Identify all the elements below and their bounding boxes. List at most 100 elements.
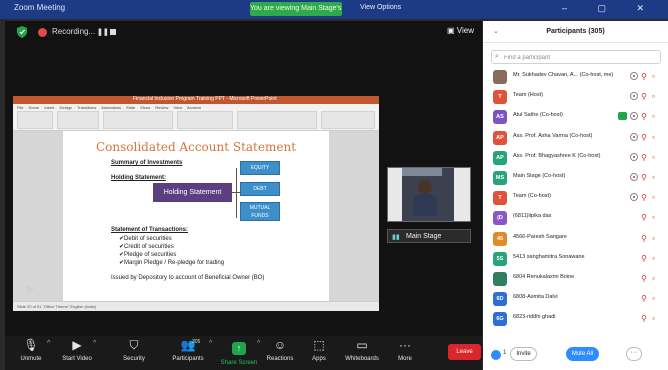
participant-name: Atul Sathe (Co-host) bbox=[513, 112, 563, 119]
mic-muted-icon[interactable]: ⚲ bbox=[641, 253, 651, 264]
video-off-icon[interactable]: ▫ bbox=[652, 152, 662, 163]
meeting-toolbar: 🎙 ^ Unmute ▶ ^ Start Video ⛉ Security 👥 … bbox=[5, 336, 482, 370]
participant-row[interactable]: 6D 6808-Asmita Dalvi ⚲ ▫ bbox=[483, 289, 668, 309]
participant-row[interactable]: 5S 5413 sanghamitra Sonawane ⚲ ▫ bbox=[483, 249, 668, 269]
participant-row[interactable]: AS Atul Sathe (Co-host) ⚲ ▫ bbox=[483, 107, 668, 127]
video-off-icon[interactable]: ▫ bbox=[652, 71, 662, 82]
mic-muted-icon[interactable]: ⚲ bbox=[641, 293, 651, 304]
mic-muted-icon[interactable]: ⚲ bbox=[641, 192, 651, 203]
participant-search[interactable]: ⌕ bbox=[491, 50, 661, 64]
participant-name: 6823-riddhi ghadi bbox=[513, 314, 556, 321]
unmute-button[interactable]: 🎙 ^ Unmute bbox=[17, 338, 50, 368]
summary-heading: Summary of Investments bbox=[111, 160, 183, 166]
chevron-up-icon[interactable]: ^ bbox=[47, 340, 50, 347]
security-shield-icon bbox=[17, 26, 27, 38]
video-off-icon: ▶ bbox=[72, 338, 82, 352]
participant-list: Mr. Sukhadev Chavan, A... (Co-host, me) ⚲… bbox=[483, 67, 668, 329]
recording-icon bbox=[630, 132, 638, 141]
avatar: 6D bbox=[493, 292, 507, 307]
viewing-banner: You are viewing Main Stage's screen bbox=[250, 2, 342, 16]
participant-row[interactable]: 6G 6823-riddhi ghadi ⚲ ▫ bbox=[483, 309, 668, 329]
stop-recording-button[interactable] bbox=[110, 29, 116, 35]
video-off-icon[interactable]: ▫ bbox=[652, 233, 662, 244]
more-button[interactable]: ··· More bbox=[393, 338, 417, 368]
participants-count: 305 bbox=[192, 339, 201, 345]
apps-button[interactable]: ⬚ Apps bbox=[307, 338, 331, 368]
security-button[interactable]: ⛉ Security bbox=[117, 338, 151, 368]
participant-row[interactable]: 6804 Renukalaxmi Boine ⚲ ▫ bbox=[483, 269, 668, 289]
toolbar-label: More bbox=[398, 356, 412, 362]
video-off-icon[interactable]: ▫ bbox=[652, 132, 662, 143]
video-off-icon[interactable]: ▫ bbox=[652, 111, 662, 122]
participant-row[interactable]: T Team (Host) ⚲ ▫ bbox=[483, 87, 668, 107]
share-screen-button[interactable]: ↑ ^ Share Screen bbox=[219, 338, 261, 368]
participant-row[interactable]: T Team (Co-host) ⚲ ▫ bbox=[483, 188, 668, 208]
slide: Consolidated Account Statement Summary o… bbox=[63, 131, 329, 301]
window-controls[interactable]: – ▢ ✕ bbox=[562, 3, 658, 14]
whiteboards-button[interactable]: ▭ Whiteboards bbox=[343, 338, 381, 368]
ribbon-group-clipboard bbox=[17, 111, 53, 129]
avatar: AP bbox=[493, 130, 507, 145]
holding-heading: Holding Statement: bbox=[111, 175, 166, 181]
avatar-photo bbox=[493, 70, 507, 84]
mic-muted-icon[interactable]: ⚲ bbox=[641, 273, 651, 284]
leave-button[interactable]: Leave bbox=[448, 344, 481, 360]
chevron-up-icon[interactable]: ^ bbox=[209, 340, 212, 347]
participant-row[interactable]: Mr. Sukhadev Chavan, A... (Co-host, me) ⚲… bbox=[483, 67, 668, 87]
toolbar-label: Participants bbox=[172, 356, 204, 362]
toolbar-label: Start Video bbox=[62, 356, 92, 362]
stage-backdrop bbox=[388, 168, 402, 221]
view-button-label: View bbox=[456, 26, 474, 35]
ribbon-group-editing bbox=[321, 111, 375, 129]
participants-button[interactable]: 👥 305 ^ Participants bbox=[165, 338, 212, 368]
mic-muted-icon[interactable]: ⚲ bbox=[641, 111, 651, 122]
video-tile-name: Main Stage bbox=[406, 233, 442, 240]
video-off-icon[interactable]: ▫ bbox=[652, 192, 662, 203]
view-button[interactable]: ▣ View bbox=[447, 26, 474, 35]
participant-row[interactable]: 45 4566-Paresh Sangare ⚲ ▫ bbox=[483, 229, 668, 249]
invite-button[interactable]: Invite bbox=[510, 347, 537, 361]
mic-muted-icon[interactable]: ⚲ bbox=[641, 313, 651, 324]
mic-muted-icon[interactable]: ⚲ bbox=[641, 152, 651, 163]
mic-muted-icon[interactable]: ⚲ bbox=[641, 212, 651, 223]
signal-icon: ▮▮ bbox=[392, 234, 400, 241]
toolbar-label: Apps bbox=[312, 356, 326, 362]
participant-row[interactable]: AP Ass. Prof. Bhagyashree K (Co-host) ⚲ ▫ bbox=[483, 148, 668, 168]
mic-muted-icon[interactable]: ⚲ bbox=[641, 91, 651, 102]
participant-name: Team (Host) bbox=[513, 92, 543, 99]
mute-all-button[interactable]: Mute All bbox=[566, 347, 599, 361]
video-off-icon[interactable]: ▫ bbox=[652, 212, 662, 223]
video-tile-main-stage[interactable] bbox=[387, 167, 471, 222]
participant-row[interactable]: AP Ass. Prof. Asha Varma (Co-host) ⚲ ▫ bbox=[483, 128, 668, 148]
debt-box: DEBT bbox=[240, 182, 280, 196]
participant-name: (6811)lipika das bbox=[513, 213, 552, 220]
reactions-button[interactable]: ☺ Reactions bbox=[265, 338, 295, 368]
mic-muted-icon[interactable]: ⚲ bbox=[641, 172, 651, 183]
more-options-button[interactable]: ··· bbox=[626, 347, 642, 361]
video-off-icon[interactable]: ▫ bbox=[652, 313, 662, 324]
participants-header: ⌄ Participants (305) bbox=[483, 21, 668, 43]
mic-muted-icon[interactable]: ⚲ bbox=[641, 71, 651, 82]
participant-row[interactable]: MS Main Stage (Co-host) ⚲ ▫ bbox=[483, 168, 668, 188]
bullet-item: ✔Debit of securities bbox=[119, 236, 172, 242]
view-options-button[interactable]: View Options bbox=[360, 4, 401, 11]
video-off-icon[interactable]: ▫ bbox=[652, 253, 662, 264]
chevron-up-icon[interactable]: ^ bbox=[257, 340, 260, 347]
recording-icon bbox=[38, 28, 47, 37]
participant-name: Ass. Prof. Asha Varma (Co-host) bbox=[513, 132, 593, 139]
mic-muted-icon[interactable]: ⚲ bbox=[641, 233, 651, 244]
video-off-icon[interactable]: ▫ bbox=[652, 293, 662, 304]
avatar: 6G bbox=[493, 312, 507, 327]
video-off-icon[interactable]: ▫ bbox=[652, 91, 662, 102]
video-off-icon[interactable]: ▫ bbox=[652, 172, 662, 183]
video-off-icon[interactable]: ▫ bbox=[652, 273, 662, 284]
search-input[interactable] bbox=[504, 52, 654, 63]
recording-icon bbox=[630, 152, 638, 161]
mic-muted-icon[interactable]: ⚲ bbox=[641, 132, 651, 143]
chevron-up-icon[interactable]: ^ bbox=[93, 340, 96, 347]
toolbar-label: Whiteboards bbox=[345, 356, 379, 362]
start-video-button[interactable]: ▶ ^ Start Video bbox=[57, 338, 97, 368]
participant-row[interactable]: (D (6811)lipika das ⚲ ▫ bbox=[483, 208, 668, 228]
pause-recording-button[interactable]: ❚❚ bbox=[97, 28, 109, 36]
apps-icon: ⬚ bbox=[313, 338, 325, 352]
